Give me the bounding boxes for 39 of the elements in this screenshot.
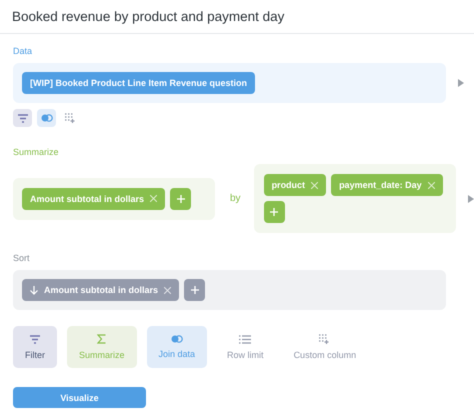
section-label: Data (13, 46, 34, 56)
filter-icon (18, 114, 28, 122)
section-label: Summarize (13, 147, 60, 157)
grid-plus-icon (319, 334, 330, 344)
breakout-pill[interactable]: product (264, 174, 326, 196)
tool-button[interactable] (13, 109, 32, 127)
plus-icon (270, 208, 278, 216)
add-button[interactable] (184, 279, 205, 301)
add-button[interactable] (264, 201, 285, 223)
plus-icon (190, 286, 198, 294)
tool-button[interactable] (37, 109, 56, 127)
action-button[interactable]: Summarize (67, 326, 137, 368)
section-label: Sort (13, 253, 31, 263)
visualize-button[interactable]: Visualize (13, 387, 146, 408)
play-icon[interactable] (468, 194, 474, 202)
sort-pill[interactable]: Amount subtotal in dollars (22, 279, 179, 301)
action-button[interactable]: Row limit (217, 326, 274, 368)
data-source-pill[interactable]: [WIP] Booked Product Line Item Revenue question (22, 72, 256, 94)
arrow-down-icon (30, 286, 38, 294)
overlapping-circles-icon (40, 114, 52, 122)
action-button[interactable]: Filter (13, 326, 57, 368)
filter-icon (30, 334, 40, 344)
metric-pill[interactable]: Amount subtotal in dollars (22, 188, 165, 210)
play-icon[interactable] (458, 79, 464, 87)
page-title: Booked revenue by product and payment day (12, 9, 284, 24)
add-button[interactable] (170, 188, 191, 210)
plus-icon (176, 194, 184, 202)
close-icon[interactable] (150, 195, 157, 202)
close-icon[interactable] (428, 182, 435, 188)
breakout-pill[interactable]: payment_date: Day (331, 174, 443, 196)
action-button[interactable]: Join data (146, 326, 208, 368)
close-icon[interactable] (164, 286, 171, 294)
by-label: by (230, 193, 241, 204)
overlapping-circles-icon (170, 335, 183, 343)
grid-plus-icon (65, 113, 76, 123)
sum-icon (97, 334, 106, 344)
close-icon[interactable] (311, 182, 318, 188)
list-icon (239, 334, 252, 344)
action-button[interactable]: Custom column (284, 326, 366, 368)
